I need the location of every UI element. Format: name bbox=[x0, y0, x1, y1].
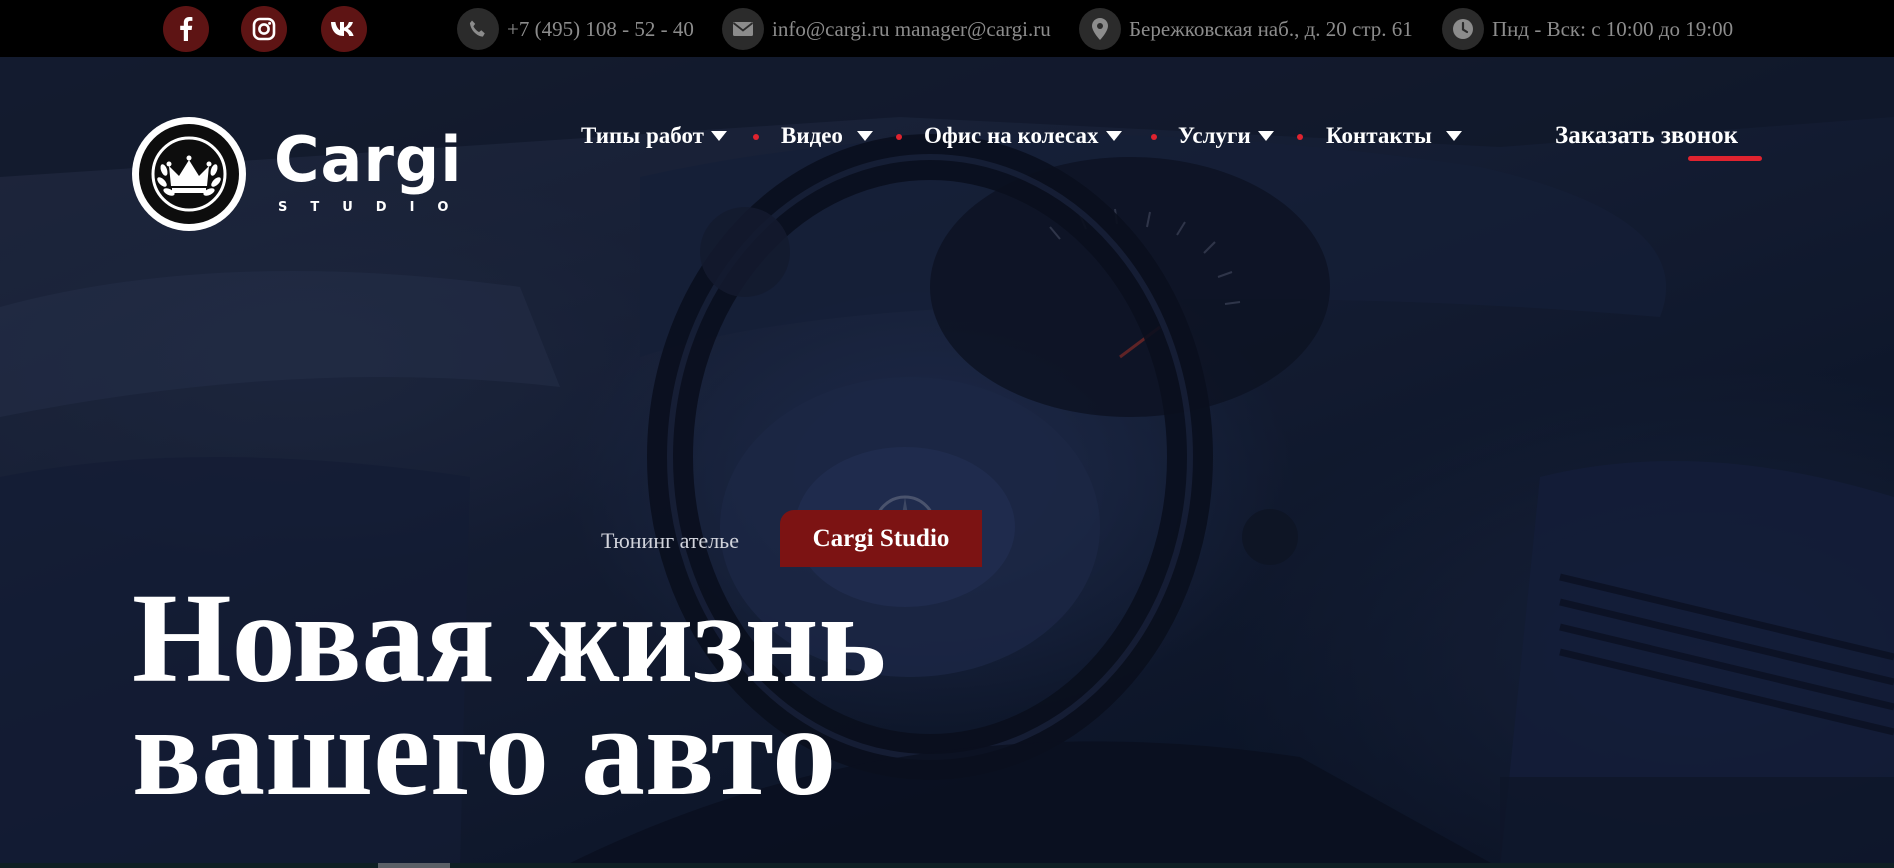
clock-icon bbox=[1442, 8, 1484, 50]
hours-text: Пнд - Вск: с 10:00 до 19:00 bbox=[1492, 16, 1734, 41]
top-bar: +7 (495) 108 - 52 - 40 info@cargi.ru man… bbox=[0, 0, 1894, 57]
vk-link[interactable] bbox=[321, 6, 367, 52]
hero-headline-line-2: вашего авто bbox=[132, 680, 837, 822]
hero-section: Cargi STUDIO Типы работ Видео Офис на ко… bbox=[0, 57, 1894, 868]
logo[interactable]: Cargi bbox=[132, 117, 492, 233]
instagram-icon bbox=[252, 17, 276, 41]
hero-headline-line-1: Новая жизнь bbox=[132, 567, 887, 709]
address-text: Бережковская наб., д. 20 стр. 61 bbox=[1129, 16, 1413, 41]
logo-emblem bbox=[132, 117, 246, 231]
facebook-icon bbox=[180, 17, 193, 41]
facebook-link[interactable] bbox=[163, 6, 209, 52]
phone-icon bbox=[457, 8, 499, 50]
nav-item-label: Офис на колесах bbox=[924, 123, 1099, 148]
nav-item-services[interactable]: Услуги bbox=[1178, 118, 1274, 154]
email-text[interactable]: info@cargi.ru manager@cargi.ru bbox=[772, 17, 1051, 42]
instagram-link[interactable] bbox=[241, 6, 287, 52]
caret-down-icon bbox=[710, 131, 727, 141]
caret-down-icon bbox=[856, 131, 873, 141]
slider-indicator[interactable] bbox=[378, 863, 450, 868]
nav-item-work-types[interactable]: Типы работ bbox=[581, 118, 727, 154]
caret-down-icon bbox=[1257, 131, 1274, 141]
vk-icon bbox=[331, 22, 354, 36]
nav-item-label: Видео bbox=[781, 123, 843, 148]
nav-separator-dot bbox=[896, 134, 902, 140]
caret-down-icon bbox=[1105, 131, 1122, 141]
phone-text[interactable]: +7 (495) 108 - 52 - 40 bbox=[507, 17, 694, 42]
address-contact: Бережковская наб., д. 20 стр. 61 bbox=[1079, 6, 1413, 52]
bottom-strip bbox=[0, 863, 1894, 868]
nav-separator-dot bbox=[753, 134, 759, 140]
hero-headline: Новая жизнь вашего авто bbox=[132, 567, 887, 822]
nav-item-video[interactable]: Видео bbox=[781, 118, 873, 154]
nav-item-label: Типы работ bbox=[581, 123, 704, 148]
nav-separator-dot bbox=[1297, 134, 1303, 140]
envelope-icon bbox=[722, 8, 764, 50]
hero-tagline: Тюнинг ателье bbox=[601, 528, 739, 553]
nav-separator-dot bbox=[1151, 134, 1157, 140]
email-contact[interactable]: info@cargi.ru manager@cargi.ru bbox=[722, 6, 1051, 52]
order-call-button[interactable]: Заказать звонок bbox=[1555, 118, 1738, 154]
nav-item-office-on-wheels[interactable]: Офис на колесах bbox=[924, 118, 1122, 154]
nav-item-contacts[interactable]: Контакты bbox=[1326, 118, 1462, 154]
nav-item-label: Контакты bbox=[1326, 123, 1432, 148]
caret-down-icon bbox=[1445, 131, 1462, 141]
logo-subtitle: STUDIO bbox=[278, 200, 472, 215]
nav-item-label: Услуги bbox=[1178, 123, 1251, 148]
crown-laurel-icon bbox=[151, 136, 227, 212]
cta-underline bbox=[1688, 156, 1762, 161]
phone-contact[interactable]: +7 (495) 108 - 52 - 40 bbox=[457, 6, 694, 52]
logo-wordmark: Cargi bbox=[274, 123, 463, 196]
hours-contact: Пнд - Вск: с 10:00 до 19:00 bbox=[1442, 6, 1733, 52]
hero-badge: Cargi Studio bbox=[780, 510, 982, 567]
map-pin-icon bbox=[1079, 8, 1121, 50]
